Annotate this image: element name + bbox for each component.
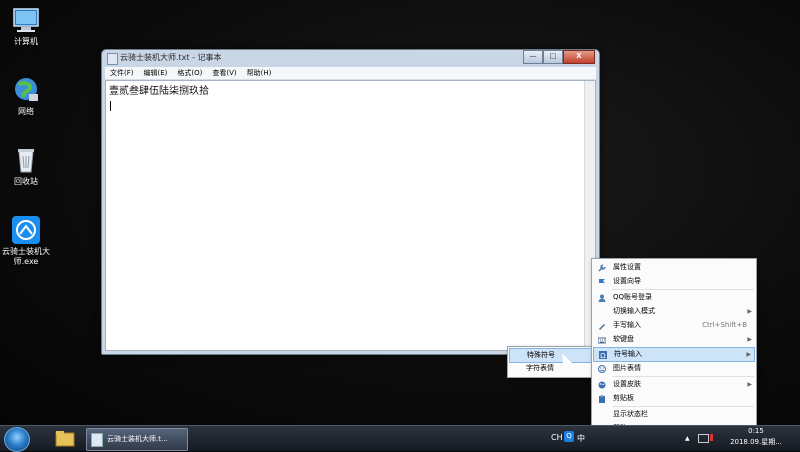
text-caret [110,101,111,111]
ime-context-menu: 属性设置 设置向导 QQ账号登录 切换输入模式 ▶ 手写输入 Ctrl+Shif… [591,258,757,440]
language-indicator[interactable]: CH [551,433,563,442]
symbol-submenu: 特殊符号 字符表情 [507,346,594,378]
maximize-button[interactable]: □ [543,50,563,64]
flag-icon [599,279,605,286]
close-button[interactable]: X [563,50,595,64]
window-title: 云骑士装机大师.txt - 记事本 [120,53,222,62]
taskbar: 云骑士装机大师.t... CH Q 中 ▲ 0:15 2018.09.星期... [0,425,800,452]
menu-item-switch-input-mode[interactable]: 切换输入模式 ▶ [593,305,755,318]
user-icon [598,294,606,302]
wrench-icon [598,264,606,272]
menu-item-shortcut: Ctrl+Shift+B [702,321,747,329]
menu-item-label: 图片表情 [613,364,641,372]
menu-separator [612,406,754,407]
svg-text:Ω: Ω [600,352,606,359]
menu-edit[interactable]: 编辑(E) [139,67,173,79]
desktop-icon-computer[interactable]: 计算机 [0,6,52,47]
menu-help[interactable]: 帮助(H) [242,67,277,79]
menu-separator [612,376,754,377]
desktop-icon-label: 回收站 [14,177,38,186]
menu-item-skin-settings[interactable]: 设置皮肤 ▶ [593,378,755,391]
sogou-ime-icon[interactable]: Q [564,431,574,442]
menu-item-label: 属性设置 [613,263,641,271]
menu-item-picture-emoji[interactable]: 图片表情 [593,362,755,375]
system-clock[interactable]: 0:15 2018.09.星期... [726,426,786,448]
clock-time: 0:15 [748,427,764,435]
power-tray-icon[interactable] [710,434,713,441]
paint-icon [598,381,606,389]
menu-item-label: 剪贴板 [613,394,634,402]
keyboard-icon [598,337,606,344]
chevron-right-icon: ▶ [747,381,752,388]
clock-date: 2018.09.星期... [730,438,782,446]
start-button[interactable] [4,427,30,452]
desktop-icon-label: 计算机 [14,37,38,46]
network-tray-icon[interactable] [698,434,709,443]
omega-icon: Ω [599,351,607,359]
menu-item-setup-wizard[interactable]: 设置向导 [593,275,755,288]
chevron-right-icon: ▶ [747,308,752,315]
minimize-button[interactable]: — [523,50,543,64]
menu-format[interactable]: 格式(O) [172,67,207,79]
menu-item-label: 符号输入 [614,350,642,358]
network-globe-icon [11,76,41,104]
menu-item-label: 设置向导 [613,277,641,285]
menu-view[interactable]: 查看(V) [207,67,241,79]
menu-item-qq-login[interactable]: QQ账号登录 [593,291,755,304]
menu-item-label: QQ账号登录 [613,293,653,301]
chevron-right-icon: ▶ [746,351,751,358]
desktop-icon-label: 云骑士装机大师.exe [2,247,50,266]
desktop-icon-network[interactable]: 网络 [0,76,52,117]
notepad-icon [107,53,118,65]
tray-overflow-chevron-icon[interactable]: ▲ [685,435,690,442]
yunqishi-app-icon [11,216,41,244]
text-editor-area[interactable]: 壹贰叁肆伍陆柒捌玖拾 [105,80,596,351]
menu-separator [612,289,754,290]
menu-item-show-status-bar[interactable]: 显示状态栏 [593,408,755,421]
taskbar-item-label: 云骑士装机大师.t... [107,435,168,443]
computer-icon [11,6,41,34]
menu-item-symbol-input[interactable]: Ω 符号输入 ▶ [593,347,755,362]
taskbar-item-notepad[interactable]: 云骑士装机大师.t... [86,428,188,451]
pen-icon [599,324,605,330]
recycle-bin-icon [11,146,41,174]
ime-mode-indicator[interactable]: 中 [577,433,585,444]
menu-item-label: 显示状态栏 [613,410,648,418]
menu-item-label: 软键盘 [613,335,634,343]
desktop-icon-recycle-bin[interactable]: 回收站 [0,146,52,187]
window-titlebar[interactable]: 云骑士装机大师.txt - 记事本 — □ X [102,50,599,66]
smiley-icon [598,365,606,373]
menu-item-soft-keyboard[interactable]: 软键盘 ▶ [593,333,755,346]
menu-file[interactable]: 文件(F) [105,67,139,79]
menu-item-clipboard[interactable]: 剪贴板 [593,392,755,405]
menu-bar: 文件(F) 编辑(E) 格式(O) 查看(V) 帮助(H) [105,67,596,80]
editor-text: 壹贰叁肆伍陆柒捌玖拾 [109,86,209,97]
notepad-window: 云骑士装机大师.txt - 记事本 — □ X 文件(F) 编辑(E) 格式(O… [101,49,600,355]
menu-item-label: 切换输入模式 [613,307,655,315]
menu-item-properties[interactable]: 属性设置 [593,261,755,274]
submenu-item-char-emoji[interactable]: 字符表情 [509,362,592,375]
notepad-icon [91,433,103,447]
menu-item-label: 设置皮肤 [613,380,641,388]
menu-item-label: 手写输入 [613,321,641,329]
desktop-icon-label: 网络 [18,107,34,116]
menu-item-handwriting[interactable]: 手写输入 Ctrl+Shift+B [593,319,755,332]
submenu-item-special-symbols[interactable]: 特殊符号 [509,348,592,363]
desktop-icon-yunqishi[interactable]: 云骑士装机大师.exe [0,216,52,267]
clipboard-icon [599,395,605,403]
explorer-folder-icon[interactable] [50,429,80,449]
chevron-right-icon: ▶ [747,336,752,343]
